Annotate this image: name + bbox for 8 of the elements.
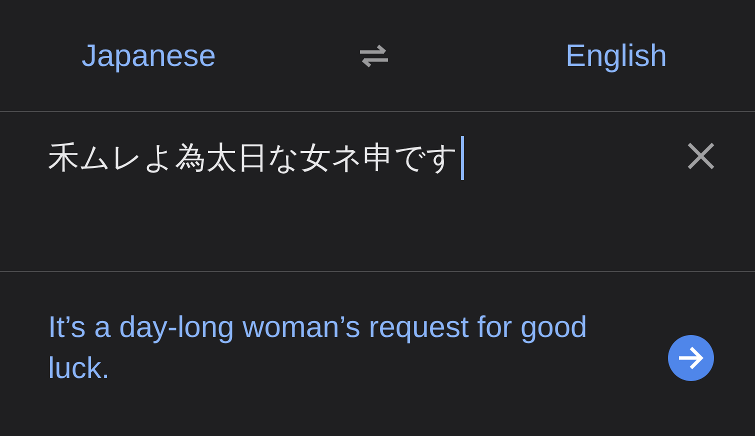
source-language-button[interactable]: Japanese [74, 34, 224, 78]
close-icon [687, 142, 715, 170]
target-language-button[interactable]: English [557, 34, 676, 78]
arrow-icon [677, 345, 705, 371]
text-cursor [461, 136, 464, 180]
arrow-button[interactable] [668, 335, 714, 381]
input-field[interactable]: 禾ムレよ為太日な女ネ申です [48, 134, 681, 182]
translation-text: It’s a day-long woman’s request for good luck. [48, 310, 588, 387]
